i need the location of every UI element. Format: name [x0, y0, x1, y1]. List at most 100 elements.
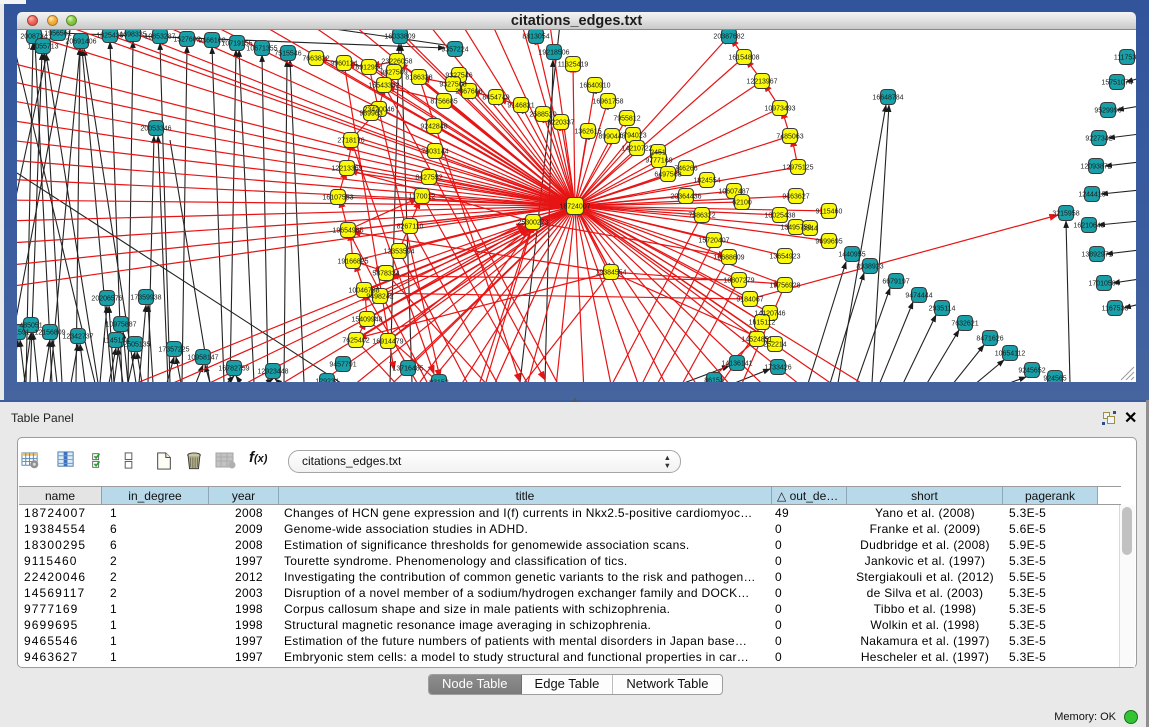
svg-text:6794023: 6794023 [619, 133, 646, 140]
svg-text:9699695: 9699695 [815, 239, 842, 246]
svg-text:1244415: 1244415 [1078, 192, 1105, 199]
svg-text:2588520: 2588520 [529, 112, 556, 119]
svg-text:14120746: 14120746 [754, 311, 785, 318]
svg-text:7625402: 7625402 [342, 338, 369, 345]
svg-text:17359938: 17359938 [130, 295, 161, 302]
svg-text:8454749: 8454749 [482, 95, 509, 102]
svg-text:15409948: 15409948 [351, 317, 382, 324]
svg-text:9777169: 9777169 [645, 158, 672, 165]
svg-text:20691406: 20691406 [65, 39, 96, 46]
svg-text:86153: 86153 [704, 378, 724, 383]
svg-text:20387682: 20387682 [713, 34, 744, 41]
svg-text:12975125: 12975125 [782, 165, 813, 172]
svg-text:9115460: 9115460 [816, 209, 843, 216]
svg-text:12923448: 12923448 [257, 369, 288, 376]
svg-text:62100: 62100 [732, 200, 752, 207]
svg-text:1615112: 1615112 [749, 320, 776, 327]
svg-text:10671355: 10671355 [246, 46, 277, 53]
svg-text:93152: 93152 [429, 380, 449, 383]
svg-text:1170012: 1170012 [409, 194, 436, 201]
svg-text:12213369: 12213369 [331, 166, 362, 173]
svg-text:15751074: 15751074 [1101, 80, 1132, 87]
svg-text:7386322: 7386322 [688, 213, 715, 220]
svg-text:10025438: 10025438 [764, 213, 795, 220]
svg-text:16107553: 16107553 [322, 195, 353, 202]
svg-text:7632621: 7632621 [951, 321, 978, 328]
svg-text:16914479: 16914479 [372, 339, 403, 346]
svg-text:252214: 252214 [763, 342, 786, 349]
svg-text:12213967: 12213967 [746, 79, 777, 86]
svg-text:129234: 129234 [315, 379, 338, 383]
svg-text:1956561: 1956561 [44, 31, 71, 38]
svg-text:10607487: 10607487 [718, 189, 749, 196]
svg-text:485051: 485051 [19, 323, 42, 330]
svg-text:16640910: 16640910 [579, 83, 610, 90]
svg-text:10654112: 10654112 [995, 351, 1026, 358]
svg-text:989963: 989963 [359, 111, 382, 118]
svg-text:7955812: 7955812 [613, 116, 640, 123]
svg-text:8912954: 8912954 [355, 65, 382, 72]
svg-text:8267110: 8267110 [397, 224, 424, 231]
svg-text:2867608: 2867608 [455, 89, 482, 96]
svg-text:14055713: 14055713 [27, 44, 58, 51]
svg-text:16648784: 16648784 [872, 95, 903, 102]
svg-text:5878334: 5878334 [372, 271, 399, 278]
svg-text:19166825: 19166825 [337, 259, 368, 266]
svg-text:2935114: 2935114 [929, 306, 956, 313]
svg-text:9327508: 9327508 [439, 82, 466, 89]
svg-text:16154808: 16154808 [728, 55, 759, 62]
svg-text:9827509: 9827509 [380, 70, 407, 77]
svg-text:10958147: 10958147 [187, 355, 218, 362]
svg-text:9146821: 9146821 [507, 103, 534, 110]
svg-text:6679197: 6679197 [882, 279, 909, 286]
svg-text:16033809: 16033809 [384, 34, 415, 41]
svg-text:12342737: 12342737 [62, 334, 93, 341]
svg-text:10975887: 10975887 [105, 322, 136, 329]
svg-text:20364436: 20364436 [670, 194, 701, 201]
svg-text:16782759: 16782759 [218, 366, 249, 373]
svg-text:12505135: 12505135 [119, 342, 150, 349]
svg-text:9327546: 9327546 [445, 73, 472, 80]
svg-text:8471626: 8471626 [976, 336, 1003, 343]
svg-text:16210643: 16210643 [1073, 223, 1104, 230]
svg-text:12093872: 12093872 [1080, 164, 1111, 171]
svg-text:9960124: 9960124 [330, 61, 357, 68]
svg-text:10973493: 10973493 [764, 106, 795, 113]
svg-text:1527602: 1527602 [173, 37, 200, 44]
svg-text:2718176: 2718176 [337, 138, 364, 145]
svg-text:8186328: 8186328 [405, 75, 432, 82]
svg-text:12353594: 12353594 [383, 249, 414, 256]
svg-text:19756928: 19756928 [769, 283, 800, 290]
svg-text:9463627: 9463627 [782, 194, 809, 201]
svg-text:6497568: 6497568 [654, 172, 681, 179]
svg-text:19654985: 19654985 [332, 228, 363, 235]
svg-text:1698335: 1698335 [119, 32, 146, 39]
svg-text:9184067: 9184067 [736, 297, 763, 304]
svg-text:9242848: 9242848 [420, 124, 447, 131]
svg-text:9474444: 9474444 [905, 293, 932, 300]
svg-text:1733426: 1733426 [764, 365, 791, 372]
svg-text:3215958: 3215958 [1052, 211, 1079, 218]
svg-text:19218506: 19218506 [538, 50, 569, 57]
svg-text:17357225: 17357225 [158, 347, 189, 354]
svg-text:7485063: 7485063 [776, 134, 803, 141]
svg-text:8220337: 8220337 [547, 120, 574, 127]
svg-text:12156809: 12156809 [34, 330, 65, 337]
svg-text:19384554: 19384554 [595, 270, 626, 277]
svg-text:391591: 391591 [17, 330, 30, 337]
svg-text:18724007: 18724007 [559, 204, 590, 211]
svg-text:2451: 2451 [650, 150, 666, 157]
svg-text:10853287: 10853287 [144, 34, 175, 41]
svg-text:15720407: 15720407 [698, 238, 729, 245]
svg-text:8427552: 8427552 [415, 175, 442, 182]
svg-text:10688609: 10688609 [713, 255, 744, 262]
svg-text:14136141: 14136141 [721, 361, 752, 368]
svg-text:13654923: 13654923 [769, 254, 800, 261]
svg-text:14210722: 14210722 [621, 146, 652, 153]
svg-text:9457791: 9457791 [329, 362, 356, 369]
svg-text:16543382: 16543382 [368, 83, 399, 90]
svg-text:11325419: 11325419 [558, 62, 589, 69]
svg-text:18807279: 18807279 [723, 278, 754, 285]
svg-text:7515546: 7515546 [274, 51, 301, 58]
svg-text:8813054: 8813054 [522, 34, 549, 41]
